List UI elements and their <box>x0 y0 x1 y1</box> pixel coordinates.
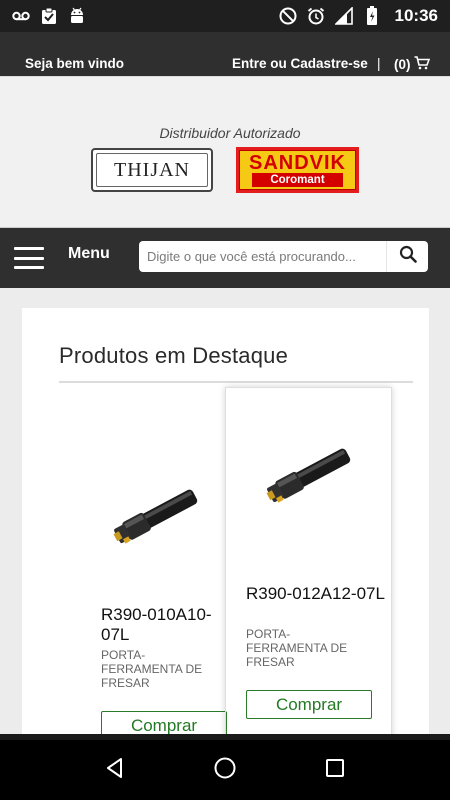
cart-icon <box>414 56 430 73</box>
menu-bar: Menu <box>0 228 450 288</box>
product-description: PORTA-FERRAMENTA DE FRESAR <box>101 648 203 690</box>
alarm-icon <box>307 7 325 25</box>
voicemail-icon <box>12 7 30 25</box>
sandvik-logo[interactable]: SANDVIK Coromant <box>236 147 359 193</box>
recents-button[interactable] <box>315 750 355 790</box>
clipboard-icon <box>40 7 58 25</box>
status-time: 10:36 <box>394 6 438 25</box>
product-card[interactable]: R390-010A10-07L PORTA-FERRAMENTA DE FRES… <box>80 308 232 740</box>
signal-icon <box>334 7 353 25</box>
cart-link[interactable]: (0) <box>394 56 430 73</box>
battery-icon <box>363 6 381 25</box>
main-content: Produtos em Destaque R390-010A10-07L POR… <box>0 288 450 767</box>
product-image[interactable] <box>226 415 391 535</box>
thijan-logo-text: THIJAN <box>114 158 190 181</box>
android-nav-bar <box>0 740 450 800</box>
featured-products-card: Produtos em Destaque R390-010A10-07L POR… <box>22 308 429 767</box>
login-register-link[interactable]: Entre ou Cadastre-se <box>232 56 368 71</box>
search-box <box>139 241 428 272</box>
recents-square-icon <box>325 758 345 783</box>
buy-button[interactable]: Comprar <box>246 690 372 719</box>
product-name[interactable]: R390-010A10-07L <box>101 605 231 645</box>
product-name[interactable]: R390-012A12-07L <box>246 584 386 604</box>
menu-label[interactable]: Menu <box>68 245 110 263</box>
search-icon <box>399 245 417 268</box>
back-button[interactable] <box>95 750 135 790</box>
distributor-text: Distribuidor Autorizado <box>159 125 301 141</box>
product-description: PORTA-FERRAMENTA DE FRESAR <box>246 627 348 669</box>
product-image[interactable] <box>80 456 232 576</box>
welcome-text: Seja bem vindo <box>25 56 125 71</box>
android-icon <box>68 7 86 25</box>
logo-banner: Distribuidor Autorizado THIJAN SANDVIK C… <box>0 76 450 228</box>
sandvik-sub-text: Coromant <box>252 173 343 187</box>
top-bar: Seja bem vindo Entre ou Cadastre-se | (0… <box>0 32 450 76</box>
sandvik-brand-text: SANDVIK <box>248 152 346 174</box>
home-button[interactable] <box>205 750 245 790</box>
top-bar-separator: | <box>377 56 381 71</box>
no-disturb-icon <box>279 7 297 25</box>
product-card[interactable]: R390-012A12-07L PORTA-FERRAMENTA DE FRES… <box>225 387 392 767</box>
back-triangle-icon <box>104 757 126 784</box>
home-circle-icon <box>213 756 237 785</box>
status-bar: 10:36 <box>0 0 450 32</box>
cart-count: (0) <box>394 57 411 72</box>
hamburger-menu-icon[interactable] <box>14 247 44 269</box>
search-input[interactable] <box>139 241 386 272</box>
search-button[interactable] <box>386 241 428 272</box>
thijan-logo[interactable]: THIJAN <box>91 148 213 192</box>
